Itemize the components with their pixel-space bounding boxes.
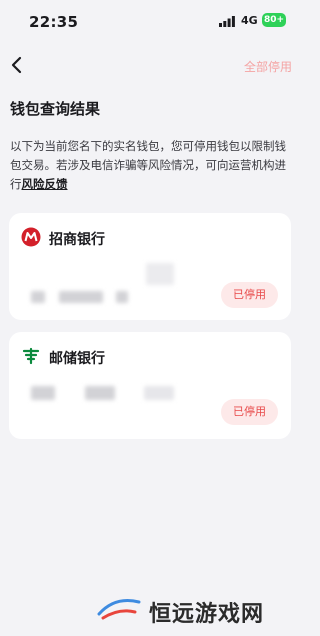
redacted-info <box>144 386 174 400</box>
redacted-info <box>146 263 174 285</box>
bank-name: 招商银行 <box>49 232 105 248</box>
watermark-logo-icon <box>97 599 141 620</box>
cmb-logo-icon <box>21 227 41 247</box>
redacted-info <box>116 291 128 303</box>
signal-icon <box>219 16 235 27</box>
redacted-info <box>85 386 115 400</box>
back-arrow-icon[interactable] <box>10 56 24 74</box>
stop-wallet-button[interactable]: 已停用 <box>221 399 278 425</box>
page-description: 以下为当前您名下的实名钱包，您可停用钱包以限制钱包交易。若涉及电信诈骗等风险情况… <box>10 137 292 194</box>
redacted-info <box>59 291 103 303</box>
watermark-text: 恒远游戏网 <box>149 602 265 627</box>
redacted-info <box>31 291 45 303</box>
network-label: 4G <box>241 14 258 27</box>
bank-name: 邮储银行 <box>49 351 105 367</box>
status-bar: 22:35 4G 80+ <box>0 0 300 40</box>
site-watermark: 恒远游戏网 <box>95 590 295 630</box>
wallet-card: 邮储银行 已停用 <box>9 332 291 439</box>
battery-icon: 80+ <box>262 13 286 27</box>
redacted-info <box>31 386 55 400</box>
stop-all-button[interactable]: 全部停用 <box>244 58 292 75</box>
risk-feedback-link[interactable]: 风险反馈 <box>22 177 68 191</box>
wallet-card: 招商银行 已停用 <box>9 213 291 320</box>
psbc-logo-icon <box>22 347 40 365</box>
status-time: 22:35 <box>29 13 79 31</box>
page-title: 钱包查询结果 <box>10 100 101 118</box>
stop-wallet-button[interactable]: 已停用 <box>221 282 278 308</box>
